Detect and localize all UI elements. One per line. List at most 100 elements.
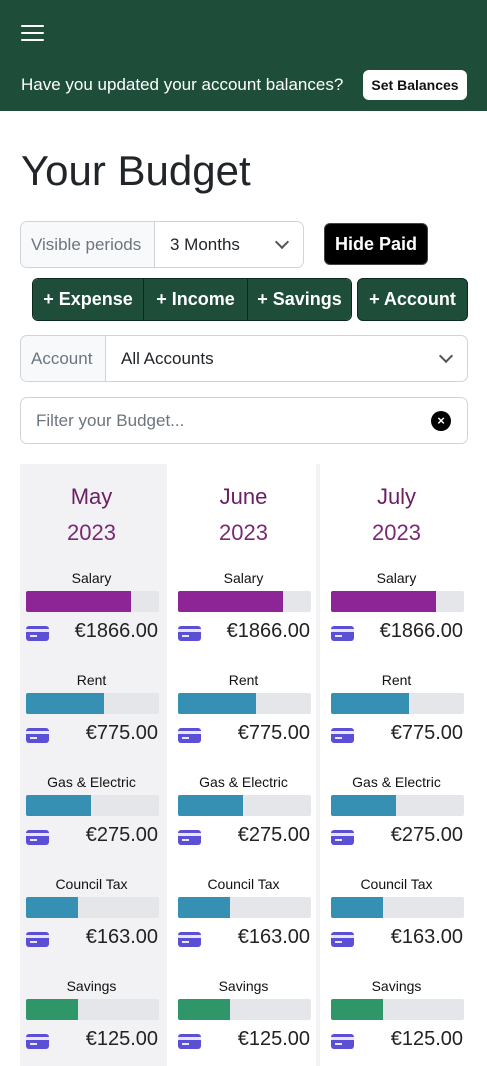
credit-card-icon[interactable]	[26, 1034, 49, 1049]
progress-bar-fill	[178, 591, 284, 612]
credit-card-icon[interactable]	[331, 728, 354, 743]
budget-item-name: Rent	[381, 672, 412, 688]
period-year: 2023	[67, 520, 116, 545]
progress-bar	[178, 591, 311, 612]
top-navbar: Have you updated your account balances? …	[0, 0, 487, 111]
visible-periods-label: Visible periods	[21, 222, 155, 267]
progress-bar	[331, 897, 464, 918]
balance-reminder-text: Have you updated your account balances?	[21, 75, 344, 94]
add-income-button[interactable]: + Income	[143, 279, 247, 320]
credit-card-icon[interactable]	[331, 1034, 354, 1049]
budget-item[interactable]: Salary €1866.00	[325, 570, 468, 666]
credit-card-icon[interactable]	[331, 932, 354, 947]
budget-item[interactable]: Savings €125.00	[172, 978, 315, 1066]
visible-periods-select[interactable]: 3 Months	[155, 222, 303, 267]
period-column: July 2023 Salary €1866.00 Rent €775.00 Gas & E…	[316, 464, 468, 1066]
credit-card-icon[interactable]	[26, 830, 49, 845]
period-column: June 2023 Salary €1866.00 Rent €775.00 Gas & E…	[163, 464, 315, 1066]
budget-item-name: Gas & Electric	[47, 774, 136, 790]
period-month: June	[219, 484, 268, 509]
chevron-down-icon	[274, 234, 290, 249]
credit-card-icon[interactable]	[331, 626, 354, 641]
budget-item[interactable]: Council Tax €163.00	[325, 876, 468, 972]
progress-bar-fill	[26, 795, 92, 816]
add-account-button[interactable]: + Account	[357, 278, 468, 321]
page-title: Your Budget	[21, 147, 251, 194]
credit-card-icon[interactable]	[178, 1034, 201, 1049]
hamburger-menu-icon[interactable]	[18, 21, 48, 45]
progress-bar	[178, 795, 311, 816]
budget-item[interactable]: Gas & Electric €275.00	[325, 774, 468, 870]
budget-item-name: Salary	[71, 570, 112, 586]
credit-card-icon[interactable]	[26, 932, 49, 947]
budget-item-amount: €775.00	[390, 722, 463, 744]
budget-item-name: Savings	[218, 978, 269, 994]
budget-filter-input[interactable]	[21, 398, 421, 443]
progress-bar-fill	[331, 897, 383, 918]
period-column: May 2023 Salary €1866.00 Rent €775.00 Gas & El…	[20, 464, 163, 1066]
account-select[interactable]: All Accounts	[106, 336, 467, 381]
budget-item-name: Salary	[376, 570, 417, 586]
credit-card-icon[interactable]	[26, 626, 49, 641]
budget-item-name: Council Tax	[55, 876, 128, 892]
budget-item-name: Council Tax	[207, 876, 280, 892]
progress-bar	[26, 897, 159, 918]
credit-card-icon[interactable]	[178, 830, 201, 845]
account-filter-group: Account All Accounts	[20, 335, 468, 382]
budget-item-amount: €275.00	[390, 824, 463, 846]
progress-bar	[331, 795, 464, 816]
budget-item[interactable]: Council Tax €163.00	[20, 876, 163, 972]
budget-item[interactable]: Gas & Electric €275.00	[20, 774, 163, 870]
set-balances-button[interactable]: Set Balances	[363, 70, 467, 100]
period-year: 2023	[219, 520, 268, 545]
budget-item[interactable]: Rent €775.00	[20, 672, 163, 768]
budget-item[interactable]: Salary €1866.00	[20, 570, 163, 666]
budget-item[interactable]: Savings €125.00	[20, 978, 163, 1066]
budget-item[interactable]: Savings €125.00	[325, 978, 468, 1066]
visible-periods-group: Visible periods 3 Months	[20, 221, 304, 268]
budget-item[interactable]: Rent €775.00	[325, 672, 468, 768]
progress-bar-fill	[26, 999, 78, 1020]
add-expense-button[interactable]: + Expense	[33, 279, 143, 320]
budget-item-amount: €125.00	[85, 1028, 158, 1050]
budget-item[interactable]: Council Tax €163.00	[172, 876, 315, 972]
hide-paid-button[interactable]: Hide Paid	[324, 223, 428, 265]
progress-bar	[26, 999, 159, 1020]
progress-bar-fill	[331, 795, 397, 816]
budget-item[interactable]: Gas & Electric €275.00	[172, 774, 315, 870]
period-month: May	[70, 484, 113, 509]
budget-item-amount: €775.00	[85, 722, 158, 744]
budget-item-amount: €125.00	[390, 1028, 463, 1050]
progress-bar-fill	[26, 693, 105, 714]
budget-item[interactable]: Rent €775.00	[172, 672, 315, 768]
budget-item-name: Gas & Electric	[199, 774, 288, 790]
budget-item-amount: €1866.00	[74, 620, 158, 642]
progress-bar	[331, 999, 464, 1020]
progress-bar-fill	[178, 897, 230, 918]
budget-item-amount: €163.00	[390, 926, 463, 948]
budget-item-amount: €275.00	[237, 824, 310, 846]
progress-bar	[178, 999, 311, 1020]
credit-card-icon[interactable]	[178, 932, 201, 947]
budget-item-amount: €163.00	[237, 926, 310, 948]
credit-card-icon[interactable]	[26, 728, 49, 743]
budget-periods: May 2023 Salary €1866.00 Rent €775.00 Gas & El…	[20, 464, 468, 1066]
budget-item-amount: €275.00	[85, 824, 158, 846]
chevron-down-icon	[438, 348, 454, 363]
credit-card-icon[interactable]	[331, 830, 354, 845]
budget-item[interactable]: Salary €1866.00	[172, 570, 315, 666]
progress-bar	[178, 897, 311, 918]
budget-item-name: Savings	[66, 978, 117, 994]
credit-card-icon[interactable]	[178, 626, 201, 641]
clear-filter-icon[interactable]: ×	[431, 411, 451, 431]
budget-item-amount: €1866.00	[226, 620, 310, 642]
add-savings-button[interactable]: + Savings	[247, 279, 351, 320]
progress-bar	[331, 591, 464, 612]
credit-card-icon[interactable]	[178, 728, 201, 743]
progress-bar-fill	[331, 693, 410, 714]
visible-periods-value: 3 Months	[170, 234, 240, 254]
progress-bar-fill	[178, 999, 230, 1020]
budget-item-amount: €163.00	[85, 926, 158, 948]
progress-bar	[26, 591, 159, 612]
progress-bar	[178, 693, 311, 714]
